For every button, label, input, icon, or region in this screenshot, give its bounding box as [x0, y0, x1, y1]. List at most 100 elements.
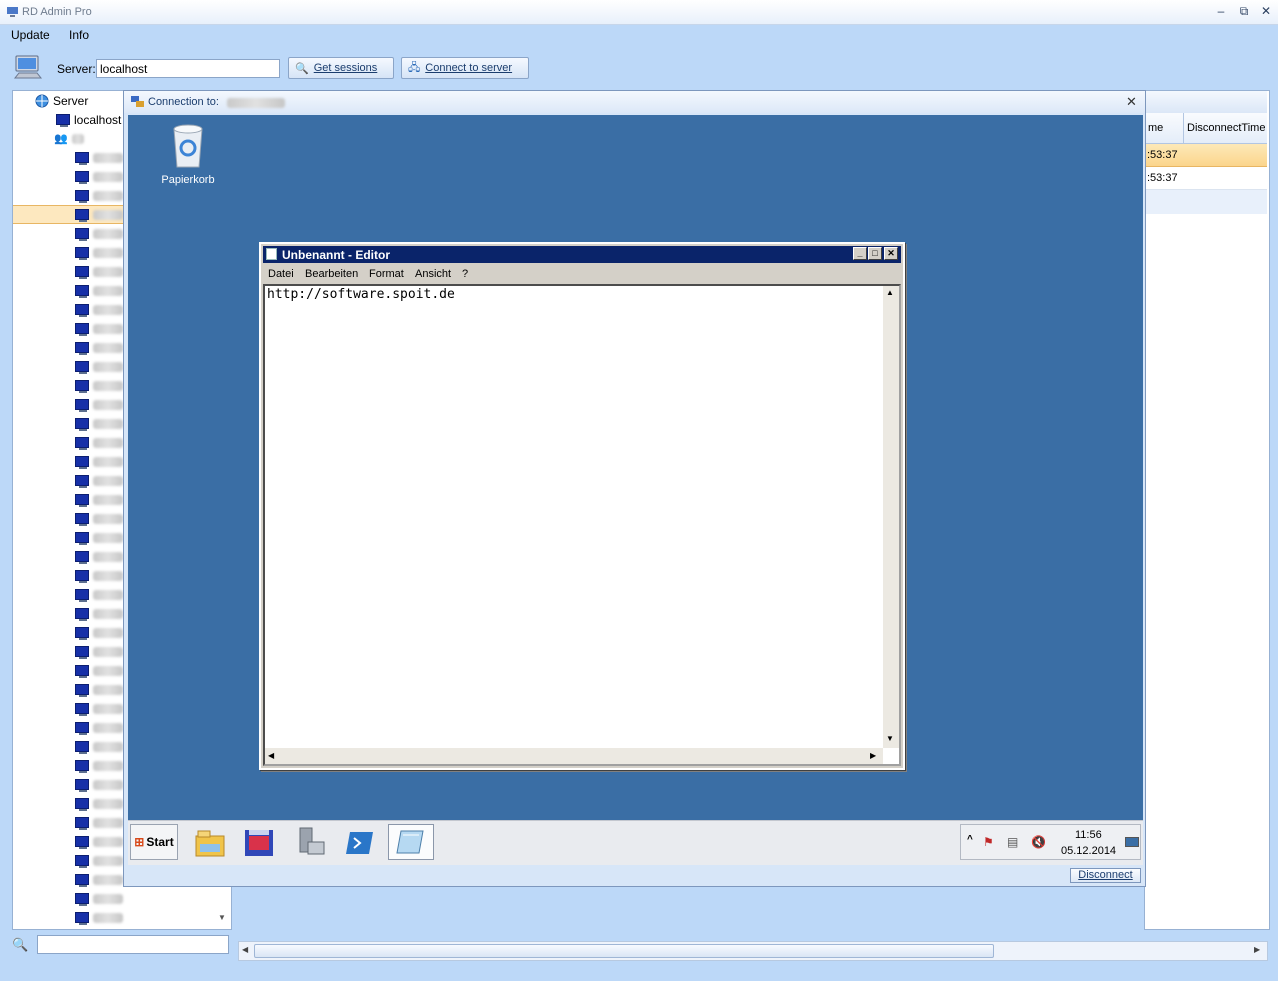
tree-session-item[interactable]	[75, 851, 123, 870]
tree-session-item[interactable]	[75, 547, 123, 566]
minimize-button[interactable]: –	[1212, 3, 1230, 19]
network-taskbar-icon[interactable]	[294, 826, 326, 858]
tree-session-item[interactable]	[75, 661, 123, 680]
sessions-grid[interactable]: me DisconnectTime :53:37 :53:37	[1144, 90, 1270, 930]
scroll-down-icon[interactable]: ▼	[215, 913, 229, 927]
notepad-menu-format[interactable]: Format	[369, 268, 404, 280]
start-button[interactable]: ⊞ Start	[130, 824, 178, 860]
tree-session-item[interactable]	[75, 319, 123, 338]
tree-node-localhost[interactable]: localhost	[56, 110, 121, 129]
disconnect-button[interactable]: Disconnect	[1070, 868, 1141, 883]
recycle-bin[interactable]: Papierkorb	[158, 123, 218, 186]
tree-session-item[interactable]	[75, 680, 123, 699]
connection-window: Connection to: ✕ Papierkorb Unbenannt - …	[123, 90, 1146, 887]
network-tray-icon[interactable]: ▤	[1007, 835, 1018, 849]
scrollbar-thumb[interactable]	[254, 944, 994, 958]
show-desktop-icon[interactable]	[1125, 837, 1139, 847]
scroll-left-icon[interactable]: ◀	[268, 751, 274, 760]
connect-to-server-button[interactable]: 🖧 Connect to server	[401, 57, 529, 79]
tree-session-item[interactable]	[75, 167, 123, 186]
tree-session-item[interactable]	[75, 452, 123, 471]
tree-session-item[interactable]	[75, 395, 123, 414]
explorer-taskbar-icon[interactable]	[194, 828, 226, 858]
tree-session-item[interactable]	[75, 889, 123, 908]
tree-session-item[interactable]	[75, 908, 123, 927]
menu-info[interactable]: Info	[69, 28, 89, 42]
tree-session-item[interactable]	[75, 775, 123, 794]
scroll-right-icon[interactable]: ▶	[1254, 945, 1260, 954]
tray-date[interactable]: 05.12.2014	[1061, 845, 1116, 857]
action-center-icon[interactable]: ⚑	[983, 835, 994, 849]
tree-session-item[interactable]	[75, 262, 123, 281]
server-input[interactable]: localhost	[96, 59, 280, 78]
tree-session-item[interactable]	[75, 414, 123, 433]
horizontal-scrollbar[interactable]: ◀ ▶	[238, 941, 1268, 961]
menu-update[interactable]: Update	[11, 28, 50, 42]
scroll-down-icon[interactable]: ▼	[886, 734, 894, 743]
notepad-maximize-button[interactable]: □	[868, 247, 882, 260]
connection-close-icon[interactable]: ✕	[1126, 94, 1137, 110]
tree-session-item[interactable]	[75, 718, 123, 737]
tree-session-item[interactable]	[13, 205, 123, 224]
notepad-minimize-button[interactable]: _	[853, 247, 867, 260]
tree-session-item[interactable]	[75, 832, 123, 851]
notepad-text-area[interactable]: http://software.spoit.de ▲ ▼ ◀ ▶	[263, 284, 901, 766]
notepad-close-button[interactable]: ✕	[884, 247, 898, 260]
tree-session-item[interactable]	[75, 490, 123, 509]
tree-session-item[interactable]	[75, 756, 123, 775]
tree-node-group[interactable]: 👥	[54, 129, 84, 148]
notepad-menu-datei[interactable]: Datei	[268, 268, 294, 280]
search-icon: 🔍	[12, 937, 29, 952]
tree-session-item[interactable]	[75, 528, 123, 547]
tree-session-item[interactable]	[75, 148, 123, 167]
tree-session-item[interactable]	[75, 243, 123, 262]
notepad-menu-help[interactable]: ?	[462, 268, 468, 280]
tree-session-item[interactable]	[75, 300, 123, 319]
notepad-menu-bearbeiten[interactable]: Bearbeiten	[305, 268, 358, 280]
server-icon	[75, 456, 89, 469]
remote-desktop[interactable]: Papierkorb Unbenannt - Editor _ □ ✕ Date…	[128, 115, 1143, 821]
tree-session-item[interactable]	[75, 737, 123, 756]
close-button[interactable]: ✕	[1257, 3, 1275, 19]
scroll-right-icon[interactable]: ▶	[870, 751, 876, 760]
tree-session-item[interactable]	[75, 357, 123, 376]
grid-row[interactable]: :53:37	[1145, 167, 1267, 190]
tree-session-item[interactable]	[75, 642, 123, 661]
notepad-vertical-scrollbar[interactable]: ▲ ▼	[883, 286, 899, 748]
tree-session-item[interactable]	[75, 870, 123, 889]
server-manager-taskbar-icon[interactable]	[242, 826, 276, 858]
tree-session-item[interactable]	[75, 471, 123, 490]
tree-session-item[interactable]	[75, 281, 123, 300]
scroll-left-icon[interactable]: ◀	[242, 945, 248, 954]
column-header-time[interactable]: me	[1148, 122, 1163, 134]
tree-session-item[interactable]	[75, 509, 123, 528]
scroll-up-icon[interactable]: ▲	[886, 288, 894, 297]
tree-session-item[interactable]	[75, 338, 123, 357]
tray-time[interactable]: 11:56	[1075, 829, 1102, 841]
notepad-taskbar-icon[interactable]	[388, 824, 434, 860]
powershell-taskbar-icon[interactable]	[346, 830, 374, 856]
search-input[interactable]	[37, 935, 229, 954]
tree-session-item[interactable]	[75, 604, 123, 623]
tree-session-item[interactable]	[75, 794, 123, 813]
tree-session-item[interactable]	[75, 813, 123, 832]
notepad-horizontal-scrollbar[interactable]: ◀ ▶	[265, 748, 883, 764]
restore-button[interactable]: ⧉	[1235, 3, 1253, 19]
tree-session-item[interactable]	[75, 224, 123, 243]
get-sessions-button[interactable]: 🔍 Get sessions	[288, 57, 394, 79]
show-hidden-icons-icon[interactable]: ^	[967, 834, 973, 845]
tree-session-item[interactable]	[75, 623, 123, 642]
volume-muted-icon[interactable]: 🔇	[1031, 835, 1046, 849]
tree-node-server[interactable]: Server	[35, 91, 88, 110]
tree-session-item[interactable]	[75, 566, 123, 585]
tree-session-item[interactable]	[75, 433, 123, 452]
tree-session-item[interactable]	[75, 699, 123, 718]
tree-session-item[interactable]	[75, 585, 123, 604]
tree-session-item[interactable]	[75, 186, 123, 205]
notepad-text[interactable]: http://software.spoit.de	[267, 287, 455, 302]
redacted-label	[93, 475, 123, 486]
tree-session-item[interactable]	[75, 376, 123, 395]
column-header-disconnecttime[interactable]: DisconnectTime	[1187, 122, 1265, 134]
notepad-menu-ansicht[interactable]: Ansicht	[415, 268, 451, 280]
grid-row-selected[interactable]: :53:37	[1145, 144, 1267, 167]
